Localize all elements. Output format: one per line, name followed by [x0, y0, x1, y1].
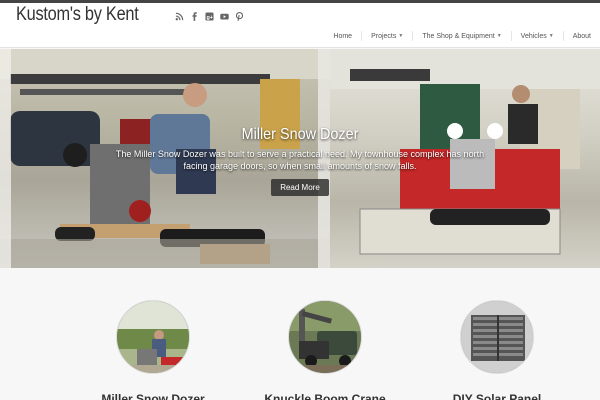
featured-item-snow-dozer[interactable]: Miller Snow Dozer	[101, 300, 205, 400]
main-nav: Home Projects ▼ The Shop & Equipment ▼ Veh…	[324, 31, 600, 41]
hero-slider[interactable]: Miller Snow Dozer The Miller Snow Dozer …	[0, 49, 600, 268]
featured-thumbnail[interactable]	[288, 300, 362, 374]
nav-label-projects: Projects	[371, 32, 397, 40]
featured-label[interactable]: Knuckle Boom Crane	[264, 392, 385, 400]
nav-label-about: About	[572, 32, 591, 40]
social-icons: g+	[174, 11, 244, 21]
nav-label-vehicles: Vehicles	[520, 32, 547, 40]
nav-label-shop: The Shop & Equipment	[422, 32, 495, 40]
featured-label[interactable]: DIY Solar Panel	[453, 392, 541, 400]
chevron-down-icon: ▼	[496, 33, 502, 39]
chevron-down-icon: ▼	[548, 33, 554, 39]
facebook-icon[interactable]	[189, 11, 199, 21]
youtube-icon[interactable]	[219, 11, 229, 21]
slide-caption: Miller Snow Dozer The Miller Snow Dozer …	[100, 126, 500, 196]
slide-edge-overlay	[0, 49, 11, 268]
svg-text:g+: g+	[206, 14, 212, 20]
site-title[interactable]: Kustom's by Kent	[16, 4, 139, 26]
featured-item-knuckle-boom-crane[interactable]: Knuckle Boom Crane	[264, 300, 386, 400]
nav-item-home[interactable]: Home	[324, 31, 361, 41]
featured-thumbnail[interactable]	[116, 300, 190, 374]
pinterest-icon[interactable]	[234, 11, 244, 21]
google-plus-icon[interactable]: g+	[204, 11, 214, 21]
rss-icon[interactable]	[174, 11, 184, 21]
featured-thumbnail[interactable]	[460, 300, 534, 374]
site-header: Kustom's by Kent g+ Home Projects ▼ The S…	[0, 3, 600, 48]
featured-projects: Miller Snow Dozer Knuckle Boom Crane DIY…	[0, 268, 600, 400]
chevron-down-icon: ▼	[398, 33, 404, 39]
nav-item-shop[interactable]: The Shop & Equipment ▼	[412, 31, 510, 41]
nav-item-about[interactable]: About	[562, 31, 600, 41]
read-more-button[interactable]: Read More	[271, 179, 329, 196]
nav-item-projects[interactable]: Projects ▼	[361, 31, 412, 41]
featured-item-diy-solar-panel[interactable]: DIY Solar Panel	[453, 300, 541, 400]
slide-description: The Miller Snow Dozer was built to serve…	[115, 149, 485, 171]
nav-label-home: Home	[333, 32, 353, 40]
slide-title[interactable]: Miller Snow Dozer	[120, 126, 480, 144]
featured-label[interactable]: Miller Snow Dozer	[101, 392, 204, 400]
nav-item-vehicles[interactable]: Vehicles ▼	[510, 31, 563, 41]
